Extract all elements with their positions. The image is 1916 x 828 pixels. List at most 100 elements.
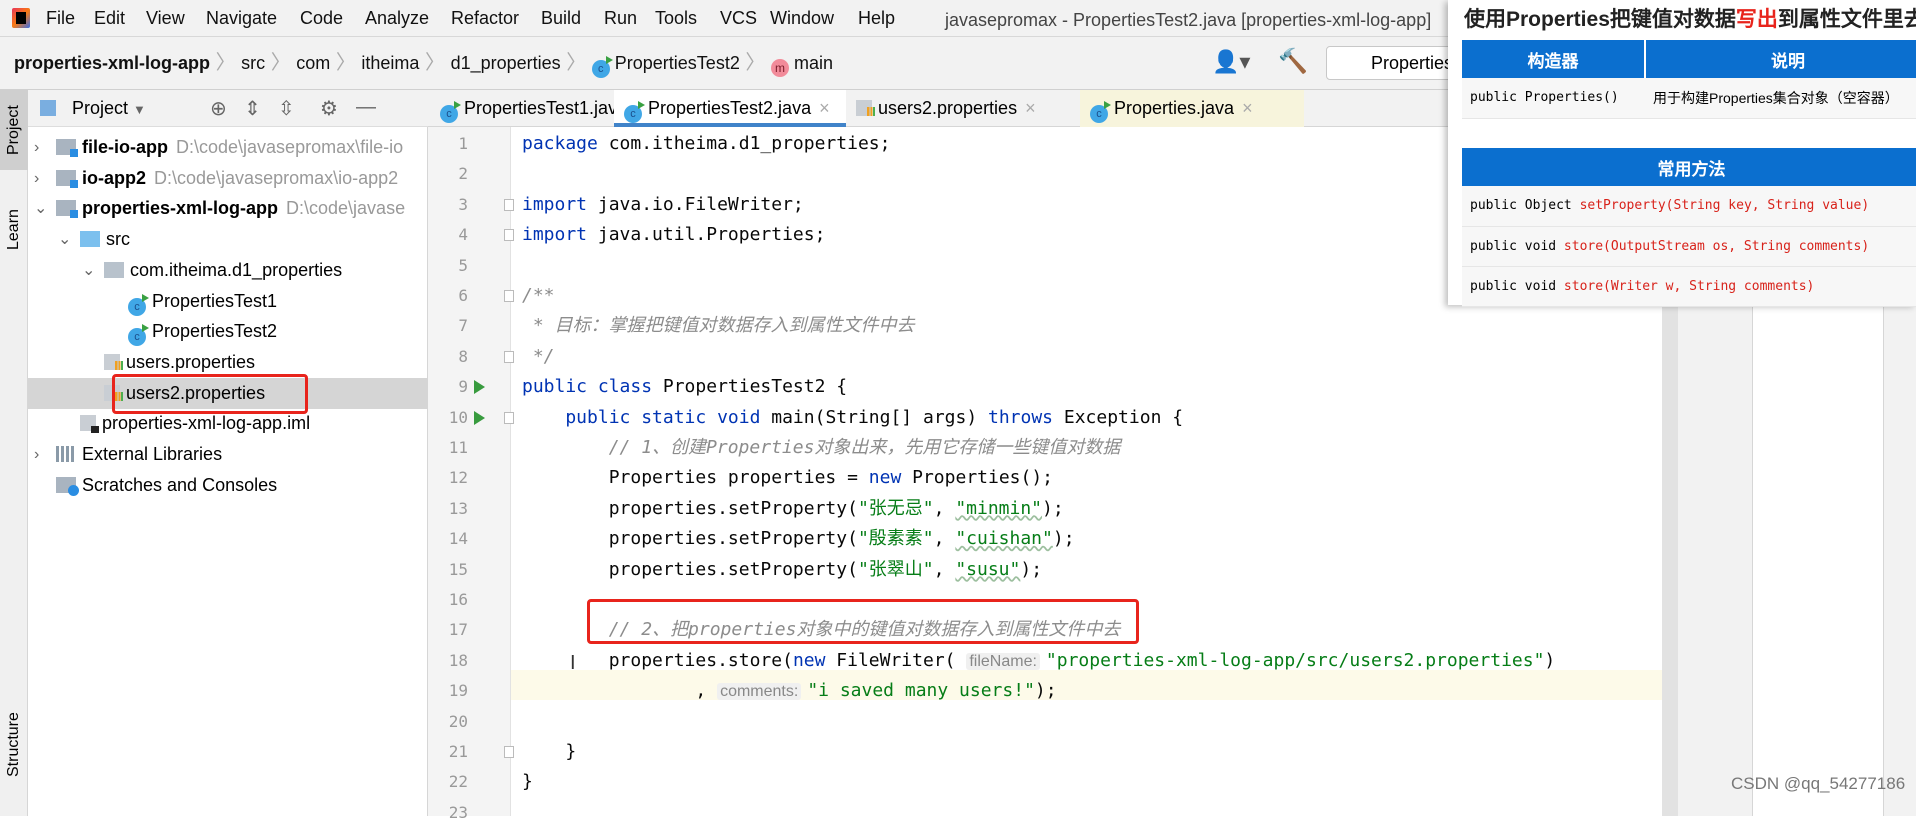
menu-navigate[interactable]: Navigate	[206, 0, 277, 37]
fold-marker-icon[interactable]	[504, 198, 514, 211]
tab-propertiestest2-java[interactable]: c PropertiesTest2.java ×	[614, 90, 846, 127]
code-token: PropertiesTest2 {	[652, 376, 848, 398]
code-line: }	[522, 767, 533, 797]
menu-run[interactable]: Run	[604, 0, 637, 37]
code-token: package	[522, 133, 598, 154]
breadcrumb-item[interactable]: src	[241, 53, 265, 73]
tree-item[interactable]: c PropertiesTest1	[28, 286, 428, 317]
breadcrumb-item[interactable]: main	[794, 53, 833, 73]
settings-gear-icon[interactable]: ⚙	[320, 96, 338, 121]
tab-users2-properties[interactable]: users2.properties ×	[846, 90, 1080, 127]
class-icon: c	[1090, 101, 1111, 123]
menu-window[interactable]: Window	[770, 0, 834, 37]
project-tool-tab[interactable]: Project	[0, 90, 28, 170]
code-token: }	[522, 741, 577, 762]
build-hammer-icon[interactable]: 🔨	[1278, 47, 1308, 76]
fold-marker-icon[interactable]	[504, 229, 514, 242]
project-view-icon	[40, 100, 56, 116]
tree-item[interactable]: › External Libraries	[28, 439, 428, 470]
code-line: public static void main(String[] args) t…	[522, 403, 1183, 433]
properties-icon	[856, 100, 875, 116]
close-tab-icon[interactable]: ×	[819, 98, 830, 118]
structure-tool-tab[interactable]: Structure	[0, 700, 28, 790]
learn-tool-tab[interactable]: Learn	[0, 200, 28, 260]
menu-tools[interactable]: Tools	[655, 0, 697, 37]
breadcrumb-item[interactable]: properties-xml-log-app	[14, 53, 210, 73]
fold-marker-icon[interactable]	[504, 290, 514, 302]
code-token: Properties();	[901, 467, 1054, 489]
expand-all-icon[interactable]: ⇕	[244, 96, 261, 121]
code-token: "i saved many users!"	[807, 680, 1035, 702]
breadcrumb-item[interactable]: com	[296, 53, 330, 73]
tree-item[interactable]: ⌄ src	[28, 224, 428, 255]
chevron-right-icon[interactable]: ›	[34, 132, 39, 163]
chevron-down-icon[interactable]: ⌄	[82, 255, 95, 286]
run-gutter-icon[interactable]	[474, 380, 485, 395]
vcs-user-icon[interactable]: 👤▾	[1212, 49, 1250, 75]
menu-analyze[interactable]: Analyze	[365, 0, 429, 37]
menu-edit[interactable]: Edit	[94, 0, 125, 37]
fold-marker-icon[interactable]	[504, 350, 514, 363]
code-line: */	[522, 342, 555, 372]
class-icon: c	[128, 293, 149, 316]
menu-file[interactable]: File	[46, 0, 75, 37]
code-line: properties.setProperty("张翠山", "susu");	[522, 555, 1042, 585]
parameter-hint: comments:	[717, 683, 802, 701]
code-line: import java.util.Properties;	[522, 220, 825, 250]
tree-item-path: D:\code\javasepromax\file-io	[176, 137, 404, 157]
watermark: CSDN @qq_54277186	[1731, 774, 1906, 793]
tree-item[interactable]: ⌄ properties-xml-log-app D:\code\javase	[28, 193, 428, 224]
collapse-all-icon[interactable]: ⇳	[278, 96, 295, 121]
locate-file-icon[interactable]: ⊕	[210, 96, 227, 121]
close-tab-icon[interactable]: ×	[1242, 98, 1253, 118]
code-token: com.itheima.d1_properties;	[597, 133, 891, 154]
chevron-down-icon[interactable]: ⌄	[34, 193, 47, 224]
tree-item[interactable]: › file-io-app D:\code\javasepromax\file-io	[28, 132, 428, 163]
tree-item[interactable]: Scratches and Consoles	[28, 470, 428, 501]
tree-item[interactable]: › io-app2 D:\code\javasepromax\io-app2	[28, 163, 428, 194]
highlight-box-users2-properties	[112, 374, 308, 414]
menu-view[interactable]: View	[146, 0, 185, 37]
tree-item[interactable]: c PropertiesTest2	[28, 316, 428, 347]
table-cell: public void store(OutputStream os, Strin…	[1462, 226, 1916, 267]
package-icon	[104, 261, 124, 278]
tab-propertiestest1-java[interactable]: cPropertiesTest1.java×	[430, 90, 646, 127]
chevron-right-icon[interactable]: ›	[34, 163, 39, 194]
code-token: "cuishan"	[955, 528, 1053, 550]
tab-properties-java[interactable]: c Properties.java ×	[1080, 90, 1304, 127]
run-gutter-icon[interactable]	[474, 410, 485, 425]
tree-item[interactable]: ⌄ com.itheima.d1_properties	[28, 255, 428, 286]
breadcrumb-item[interactable]: itheima	[361, 53, 419, 73]
menu-vcs[interactable]: VCS	[720, 0, 757, 37]
code-token: // 1、创建Properties对象出来，先用它存储一些键值对数据	[522, 437, 1121, 458]
project-view-selector[interactable]: Project ▼	[72, 90, 146, 128]
tree-item-label: io-app2	[82, 167, 147, 188]
menu-help[interactable]: Help	[858, 0, 895, 37]
chevron-right-icon[interactable]: ›	[34, 439, 39, 470]
run-config-selector[interactable]: Properties	[1326, 46, 1466, 80]
scratch-icon	[56, 476, 79, 496]
code-line: import java.io.FileWriter;	[522, 190, 804, 220]
code-token: java.io.FileWriter;	[587, 193, 804, 215]
hide-panel-icon[interactable]: —	[356, 96, 376, 119]
code-token: "minmin"	[955, 497, 1043, 519]
breadcrumb-item[interactable]: d1_properties	[451, 53, 561, 73]
chevron-down-icon[interactable]: ⌄	[58, 224, 71, 255]
line-number: 22	[448, 772, 468, 792]
close-tab-icon[interactable]: ×	[1025, 98, 1036, 118]
line-number: 19	[448, 681, 468, 701]
side-panel	[1678, 305, 1753, 816]
fold-marker-icon[interactable]	[504, 411, 514, 424]
menu-refactor[interactable]: Refactor	[451, 0, 519, 37]
menu-code[interactable]: Code	[300, 0, 343, 37]
menu-build[interactable]: Build	[541, 0, 581, 37]
method-signature: setProperty(String key, String value)	[1579, 198, 1870, 214]
highlight-box-comment	[587, 599, 1139, 644]
breadcrumb-item[interactable]: PropertiesTest2	[615, 53, 740, 73]
code-token: "张无忌"	[857, 497, 934, 519]
tree-item-path: D:\code\javase	[286, 198, 406, 219]
method-modifier: public void	[1470, 238, 1564, 254]
code-token: "properties-xml-log-app/src/users2.prope…	[1045, 649, 1545, 671]
chevron-right-icon: 〉	[419, 52, 451, 74]
fold-marker-icon[interactable]	[504, 746, 514, 758]
